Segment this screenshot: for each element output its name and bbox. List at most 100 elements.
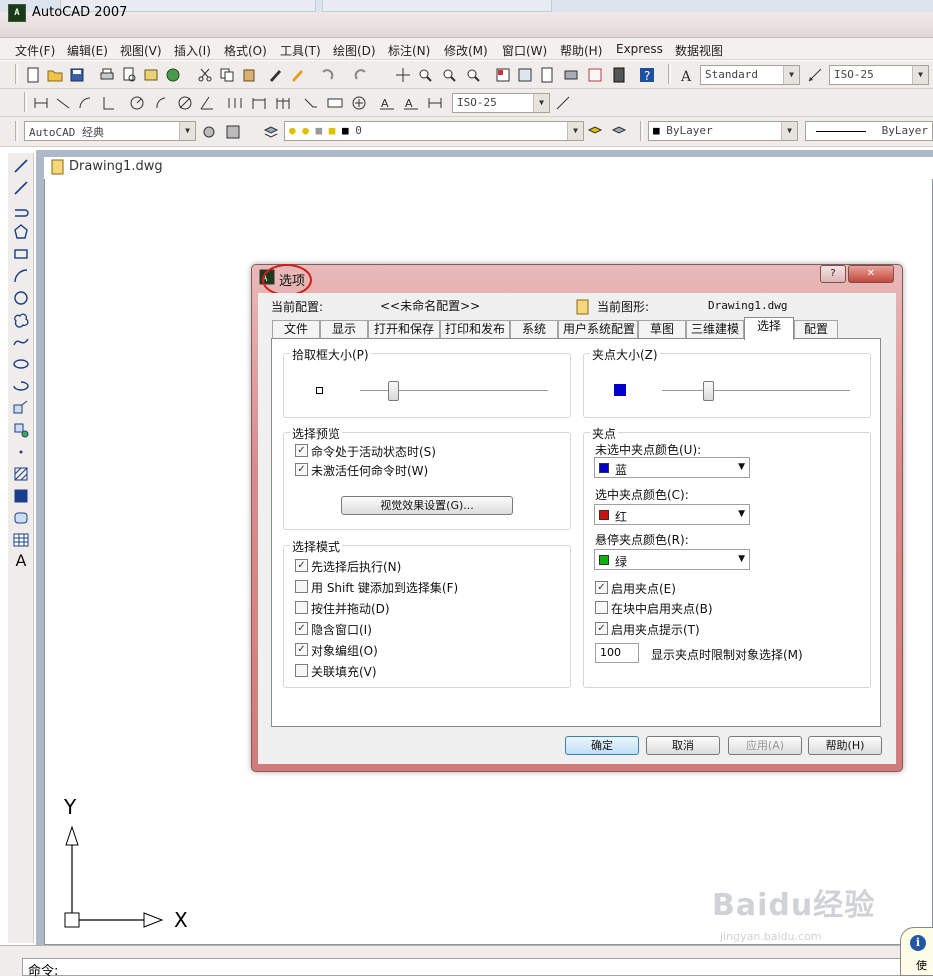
point-icon[interactable] — [12, 443, 30, 461]
quick-leader-icon[interactable] — [302, 94, 320, 112]
enable-grips-checkbox[interactable]: ✓ — [595, 581, 608, 594]
tab-selection[interactable]: 选择 — [744, 317, 794, 340]
layer-properties-icon[interactable] — [262, 123, 280, 141]
tab-plot-publish[interactable]: 打印和发布 — [440, 320, 510, 339]
preview-active-command-checkbox[interactable]: ✓ — [295, 444, 308, 457]
radius-dimension-icon[interactable] — [128, 94, 146, 112]
pan-realtime-icon[interactable] — [394, 66, 412, 84]
quickcalc-icon[interactable] — [610, 66, 628, 84]
gradient-icon[interactable] — [12, 487, 30, 505]
dimension-text-edit-icon[interactable]: A — [402, 94, 420, 112]
pickbox-slider-thumb[interactable] — [388, 381, 400, 401]
dropdown-arrow-icon[interactable]: ▼ — [781, 122, 797, 140]
open-icon[interactable] — [46, 66, 64, 84]
tab-open-save[interactable]: 打开和保存 — [368, 320, 440, 339]
multiline-text-icon[interactable]: A — [12, 551, 30, 570]
layer-select[interactable]: ● ● ■ ■ ■ 0 ▼ — [284, 121, 584, 141]
polygon-icon[interactable] — [12, 223, 30, 241]
selected-grip-color-select[interactable]: 红 ▼ — [594, 504, 750, 525]
apply-button[interactable]: 应用(A) — [728, 736, 802, 755]
polyline-icon[interactable] — [12, 201, 30, 219]
tab-profiles[interactable]: 配置 — [794, 320, 838, 339]
tab-system[interactable]: 系统 — [510, 320, 558, 339]
tab-files[interactable]: 文件 — [272, 320, 320, 339]
dropdown-arrow-icon[interactable]: ▼ — [738, 462, 745, 472]
insert-block-icon[interactable] — [12, 399, 30, 417]
print-preview-icon[interactable] — [120, 66, 138, 84]
revision-cloud-icon[interactable] — [12, 311, 30, 329]
publish-icon[interactable] — [142, 66, 160, 84]
help-button[interactable]: 帮助(H) — [808, 736, 882, 755]
toolbar-grip[interactable] — [15, 64, 18, 84]
menu-tools[interactable]: 工具(T) — [280, 42, 321, 59]
construction-line-icon[interactable] — [12, 179, 30, 197]
menu-data-view[interactable]: 数据视图 — [675, 42, 723, 59]
dimension-style-icon[interactable] — [806, 66, 824, 84]
rectangle-icon[interactable] — [12, 245, 30, 263]
diameter-dimension-icon[interactable] — [176, 94, 194, 112]
workspace-settings-icon[interactable] — [200, 123, 218, 141]
ellipse-arc-icon[interactable] — [12, 377, 30, 395]
menu-express[interactable]: Express — [616, 42, 663, 56]
new-icon[interactable] — [24, 66, 42, 84]
circle-icon[interactable] — [12, 289, 30, 307]
dialog-close-button[interactable]: ✕ — [848, 265, 894, 283]
tab-drafting[interactable]: 草图 — [638, 320, 686, 339]
associative-hatch-checkbox[interactable] — [295, 664, 308, 677]
hover-grip-color-select[interactable]: 绿 ▼ — [594, 549, 750, 570]
make-block-icon[interactable] — [12, 421, 30, 439]
sheet-set-manager-icon[interactable] — [562, 66, 580, 84]
toolbar-grip[interactable] — [668, 64, 671, 84]
text-style-icon[interactable]: A — [678, 66, 696, 84]
tolerance-icon[interactable] — [326, 94, 344, 112]
menu-format[interactable]: 格式(O) — [224, 42, 267, 59]
design-center-icon[interactable] — [516, 66, 534, 84]
workspace-select[interactable]: AutoCAD 经典 ▼ — [24, 121, 196, 141]
dimension-edit-icon[interactable]: A — [378, 94, 396, 112]
print-icon[interactable] — [98, 66, 116, 84]
tab-user-preferences[interactable]: 用户系统配置 — [558, 320, 638, 339]
dropdown-arrow-icon[interactable]: ▼ — [533, 94, 549, 112]
markup-set-manager-icon[interactable] — [586, 66, 604, 84]
grip-tips-checkbox[interactable]: ✓ — [595, 622, 608, 635]
dropdown-arrow-icon[interactable]: ▼ — [738, 554, 745, 564]
ordinate-dimension-icon[interactable] — [100, 94, 118, 112]
undo-icon[interactable] — [318, 66, 336, 84]
menu-file[interactable]: 文件(F) — [15, 42, 55, 59]
browser-tab[interactable] — [322, 0, 552, 12]
linetype-control-select[interactable]: ByLayer — [805, 121, 933, 141]
menu-insert[interactable]: 插入(I) — [174, 42, 211, 59]
menu-help[interactable]: 帮助(H) — [560, 42, 602, 59]
dropdown-arrow-icon[interactable]: ▼ — [783, 66, 799, 84]
properties-icon[interactable] — [494, 66, 512, 84]
dialog-help-button[interactable]: ? — [820, 265, 846, 283]
dropdown-arrow-icon[interactable]: ▼ — [912, 66, 928, 84]
center-mark-icon[interactable] — [350, 94, 368, 112]
press-drag-checkbox[interactable] — [295, 601, 308, 614]
tab-3d-modeling[interactable]: 三维建模 — [686, 320, 744, 339]
help-icon[interactable]: ? — [638, 66, 656, 84]
toolbar-grip[interactable] — [640, 121, 643, 141]
dropdown-arrow-icon[interactable]: ▼ — [738, 509, 745, 519]
unselected-grip-color-select[interactable]: 蓝 ▼ — [594, 457, 750, 478]
dimension-style-select[interactable]: ISO-25 ▼ — [829, 65, 929, 85]
workspace-save-icon[interactable] — [224, 123, 242, 141]
table-icon[interactable] — [12, 531, 30, 549]
menu-view[interactable]: 视图(V) — [120, 42, 162, 59]
shift-add-checkbox[interactable] — [295, 580, 308, 593]
object-grouping-checkbox[interactable]: ✓ — [295, 643, 308, 656]
color-control-select[interactable]: ■ ByLayer ▼ — [648, 121, 798, 141]
arc-length-icon[interactable] — [76, 94, 94, 112]
baseline-dimension-icon[interactable] — [250, 94, 268, 112]
grip-slider-track[interactable] — [662, 390, 850, 392]
block-editor-icon[interactable] — [288, 66, 306, 84]
text-style-select[interactable]: Standard ▼ — [700, 65, 800, 85]
aligned-dimension-icon[interactable] — [54, 94, 72, 112]
menu-edit[interactable]: 编辑(E) — [67, 42, 108, 59]
save-icon[interactable] — [68, 66, 86, 84]
copy-icon[interactable] — [218, 66, 236, 84]
match-properties-icon[interactable] — [266, 66, 284, 84]
region-icon[interactable] — [12, 509, 30, 527]
angular-dimension-icon[interactable] — [198, 94, 216, 112]
menu-modify[interactable]: 修改(M) — [444, 42, 488, 59]
